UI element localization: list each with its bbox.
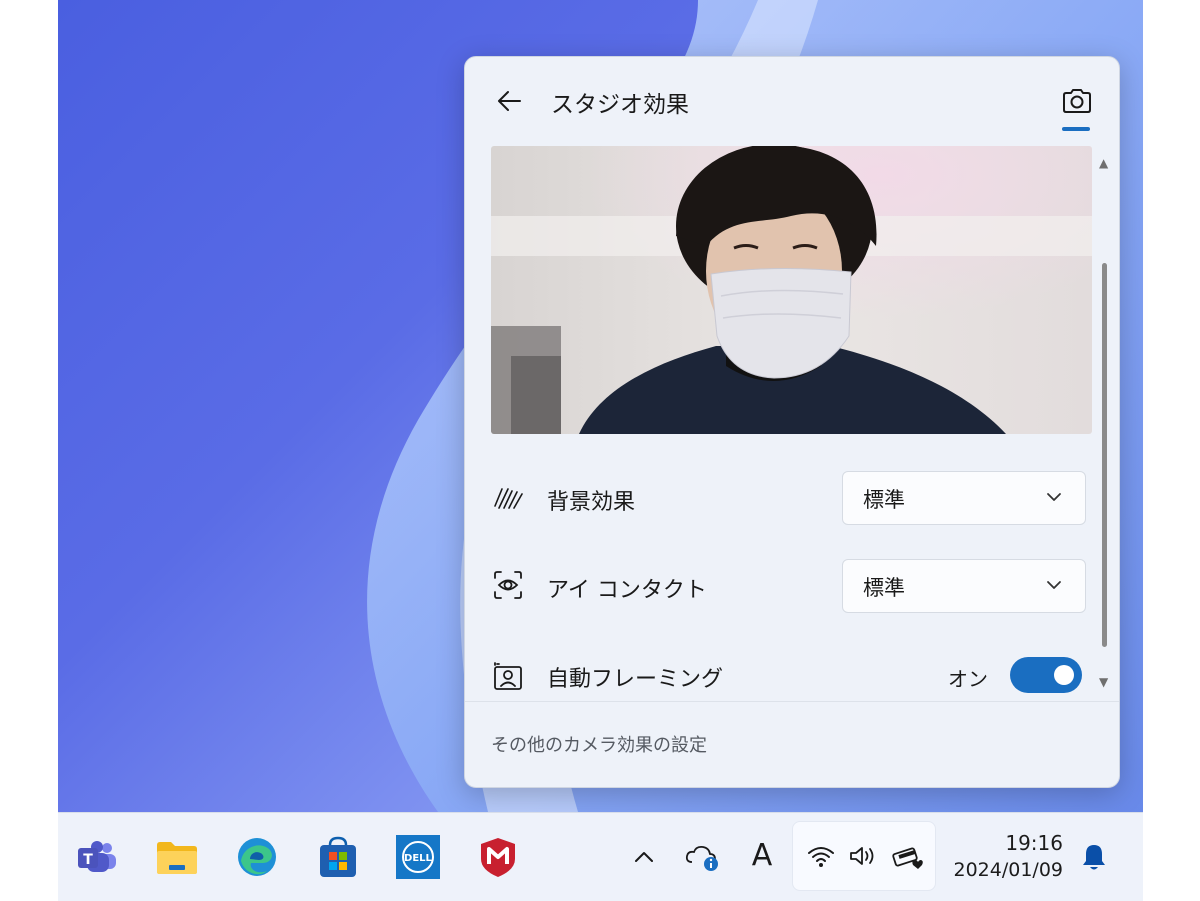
ime-indicator[interactable]: A [740, 833, 784, 877]
studio-effects-panel: スタジオ効果 ▲ ▼ 背景効果 標準 アイ コンタクト 標準 自動フレーミング … [464, 56, 1120, 788]
camera-icon [1063, 89, 1091, 113]
eye-contact-label: アイ コンタクト [547, 578, 707, 603]
camera-button[interactable] [1055, 81, 1099, 121]
footer-divider [465, 701, 1119, 702]
scrollbar-thumb[interactable] [1102, 263, 1107, 647]
background-blur-icon [491, 482, 525, 516]
eye-contact-icon [491, 568, 525, 602]
onedrive-info-icon[interactable] [680, 835, 724, 879]
background-effects-dropdown[interactable]: 標準 [842, 471, 1086, 525]
battery-charging-icon [885, 834, 929, 878]
chevron-down-icon [1047, 581, 1061, 589]
file-explorer-icon[interactable] [155, 835, 199, 879]
wifi-icon [799, 834, 843, 878]
auto-framing-icon [491, 660, 525, 694]
quick-settings-button[interactable] [792, 821, 936, 891]
auto-framing-state-label: オン [948, 667, 988, 691]
camera-tab-indicator [1062, 127, 1090, 131]
svg-text:DELL: DELL [404, 853, 433, 864]
toggle-knob [1054, 665, 1074, 685]
camera-preview [491, 146, 1092, 434]
store-icon[interactable] [316, 835, 360, 879]
mcafee-icon[interactable] [476, 835, 520, 879]
scroll-up-button[interactable]: ▲ [1099, 156, 1108, 170]
more-camera-effects-link[interactable]: その他のカメラ効果の設定 [491, 731, 707, 757]
scroll-down-button[interactable]: ▼ [1099, 675, 1108, 689]
notification-bell-icon[interactable] [1072, 835, 1116, 879]
taskbar: T DELL A 19:16 2024/01/09 [58, 812, 1143, 901]
chevron-down-icon [1047, 493, 1061, 501]
eye-contact-dropdown[interactable]: 標準 [842, 559, 1086, 613]
clock-date[interactable]: 2024/01/09 [953, 859, 1063, 881]
back-arrow-icon [498, 91, 521, 111]
clock-time[interactable]: 19:16 [1005, 831, 1063, 855]
background-effects-value: 標準 [863, 488, 905, 512]
back-button[interactable] [489, 81, 529, 121]
svg-text:T: T [83, 852, 93, 868]
volume-icon [841, 834, 885, 878]
background-effects-label: 背景効果 [547, 490, 636, 515]
eye-contact-value: 標準 [863, 576, 905, 600]
panel-title: スタジオ効果 [551, 92, 689, 118]
teams-icon[interactable]: T [75, 835, 119, 879]
auto-framing-toggle[interactable] [1010, 657, 1082, 693]
dell-icon[interactable]: DELL [396, 835, 440, 879]
chevron-up-icon[interactable] [622, 835, 666, 879]
edge-icon[interactable] [235, 835, 279, 879]
auto-framing-label: 自動フレーミング [547, 667, 724, 692]
